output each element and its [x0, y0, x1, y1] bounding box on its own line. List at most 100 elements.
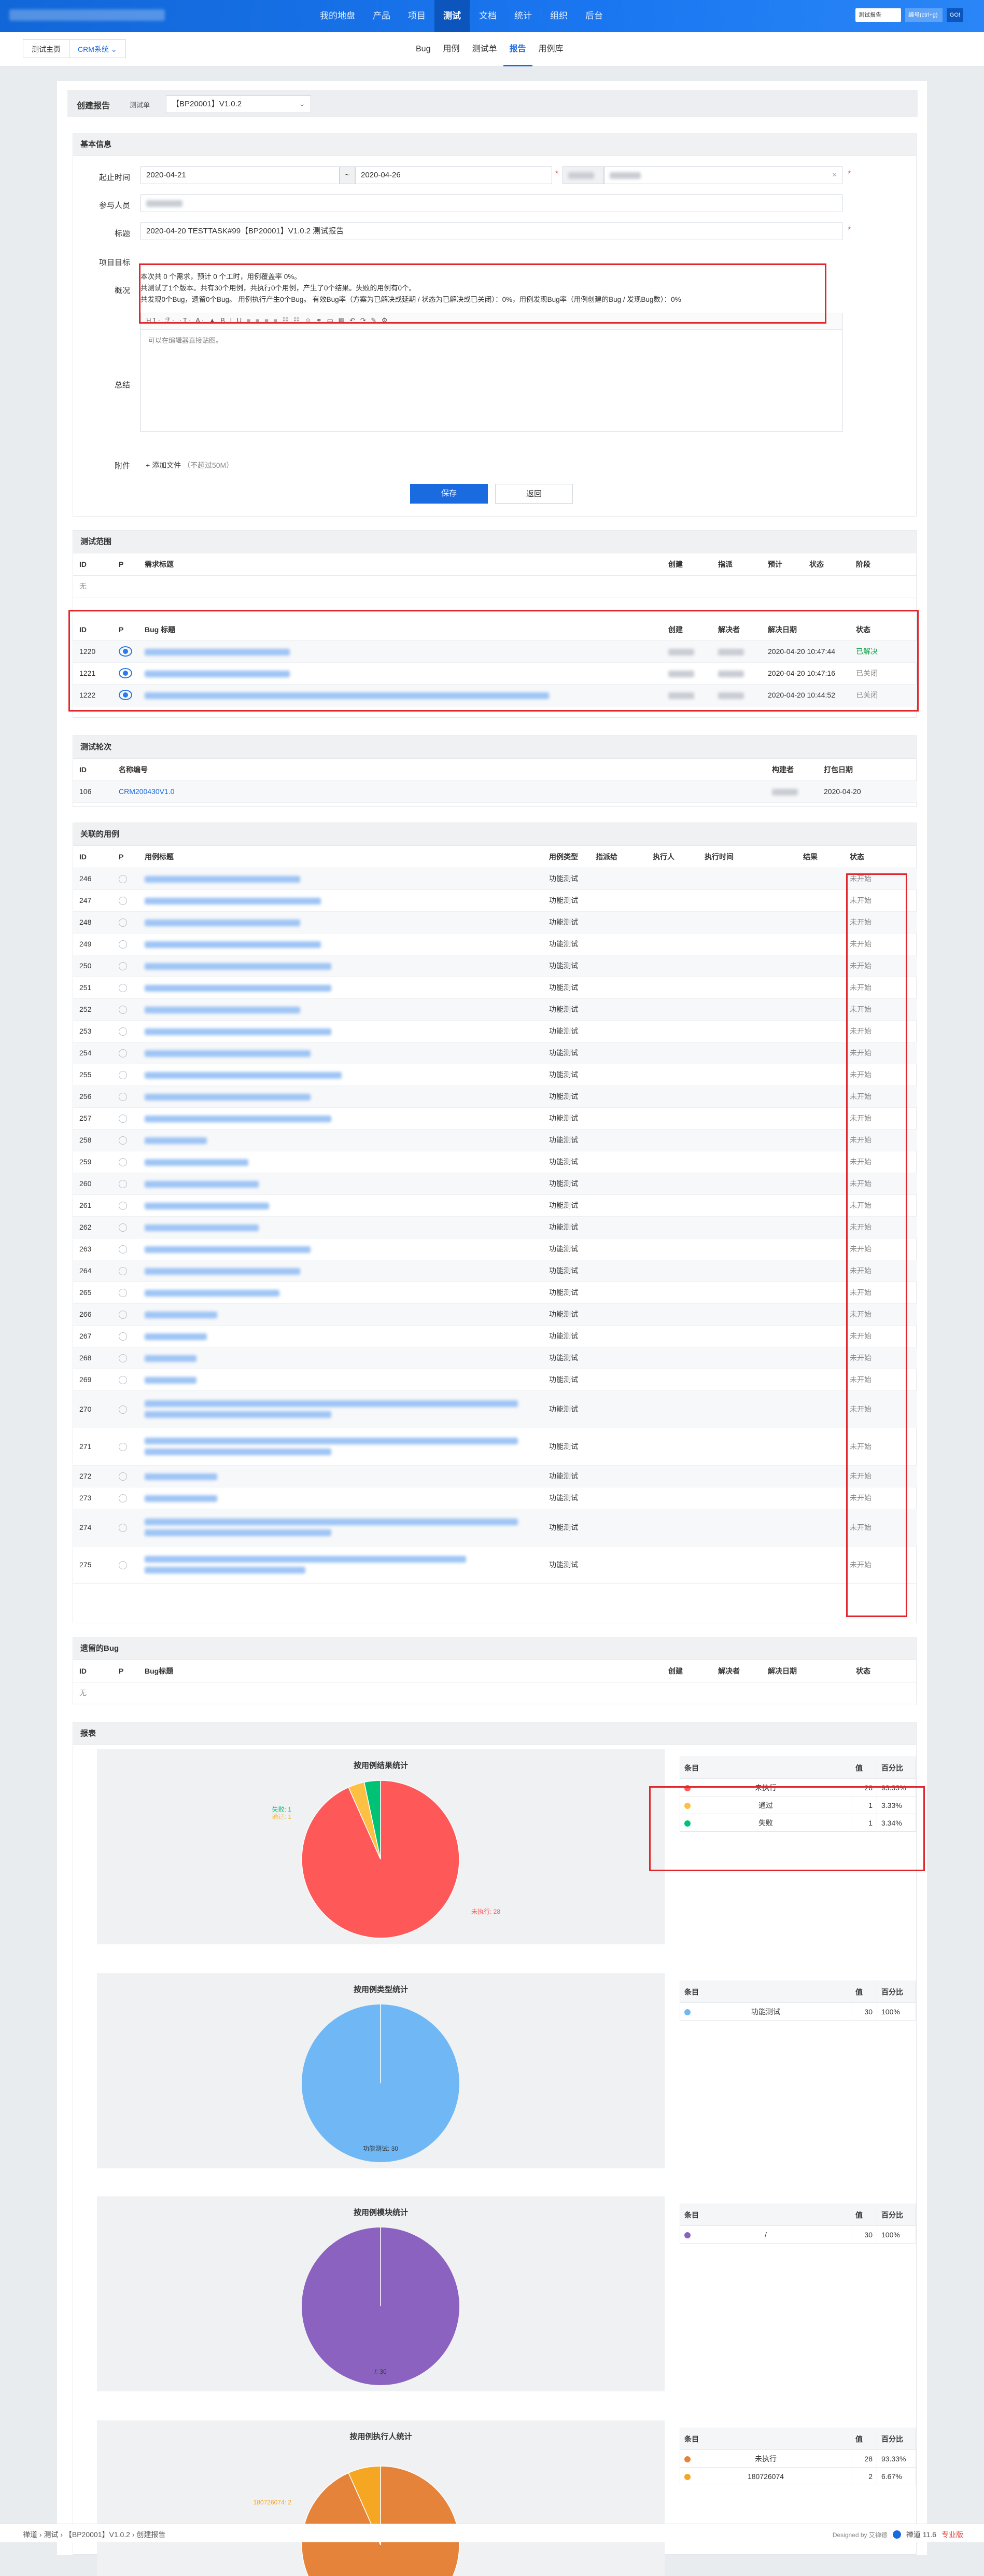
subnav-caselib[interactable]: 用例库: [532, 32, 570, 66]
row-checkbox[interactable]: [119, 1561, 127, 1569]
row-checkbox[interactable]: [119, 1266, 127, 1275]
table-row[interactable]: 259 功能测试 未开始: [73, 1151, 917, 1173]
case-title-link[interactable]: [138, 1369, 543, 1391]
owner-select[interactable]: ×: [604, 166, 842, 184]
members-input[interactable]: [140, 194, 842, 212]
row-checkbox[interactable]: [119, 1375, 127, 1384]
row-checkbox[interactable]: [119, 1472, 127, 1481]
row-checkbox[interactable]: [119, 1070, 127, 1079]
case-title-link[interactable]: [138, 1085, 543, 1108]
row-checkbox[interactable]: [119, 1523, 127, 1532]
case-title-link[interactable]: [138, 868, 543, 890]
table-row[interactable]: 267 功能测试 未开始: [73, 1325, 917, 1347]
table-row[interactable]: 252 功能测试 未开始: [73, 998, 917, 1021]
case-title-link[interactable]: [138, 1282, 543, 1304]
back-button[interactable]: 返回: [495, 484, 573, 504]
row-checkbox[interactable]: [119, 1494, 127, 1502]
case-title-link[interactable]: [138, 977, 543, 999]
row-checkbox[interactable]: [119, 1158, 127, 1166]
table-row[interactable]: 106 CRM200430V1.0 2020-04-20: [73, 781, 917, 803]
case-title-link[interactable]: [138, 1428, 543, 1466]
table-row[interactable]: 246 功能测试 未开始: [73, 868, 917, 890]
table-row[interactable]: 261 功能测试 未开始: [73, 1194, 917, 1217]
case-title-link[interactable]: [138, 1465, 543, 1487]
case-title-link[interactable]: [138, 1303, 543, 1326]
row-checkbox[interactable]: [119, 1179, 127, 1188]
save-button[interactable]: 保存: [410, 484, 488, 504]
table-row[interactable]: 247 功能测试 未开始: [73, 889, 917, 912]
case-title-link[interactable]: [138, 1509, 543, 1547]
case-title-link[interactable]: [138, 1020, 543, 1042]
clear-icon[interactable]: ×: [832, 167, 837, 184]
case-title-link[interactable]: [138, 1238, 543, 1260]
nav-test[interactable]: 测试: [434, 0, 470, 32]
product-switcher[interactable]: CRM系统 ⌄: [69, 39, 126, 58]
table-row[interactable]: 270 功能测试 未开始: [73, 1390, 917, 1428]
table-row[interactable]: 262 功能测试 未开始: [73, 1216, 917, 1238]
build-name-link[interactable]: CRM200430V1.0: [113, 781, 766, 803]
search-input[interactable]: 编号(ctrl+g): [905, 8, 943, 22]
case-title-link[interactable]: [138, 1042, 543, 1064]
table-row[interactable]: 253 功能测试 未开始: [73, 1020, 917, 1042]
case-title-link[interactable]: [138, 1151, 543, 1173]
row-checkbox[interactable]: [119, 1405, 127, 1414]
case-title-link[interactable]: [138, 1107, 543, 1130]
table-row[interactable]: 274 功能测试 未开始: [73, 1509, 917, 1547]
nav-product[interactable]: 产品: [364, 0, 399, 32]
case-title-link[interactable]: [138, 1216, 543, 1238]
row-checkbox[interactable]: [119, 1310, 127, 1319]
title-input[interactable]: 2020-04-20 TESTTASK#99【BP20001】V1.0.2 测试…: [140, 222, 842, 240]
nav-org[interactable]: 组织: [541, 0, 577, 32]
row-checkbox[interactable]: [119, 983, 127, 992]
nav-admin[interactable]: 后台: [577, 0, 612, 32]
table-row[interactable]: 254 功能测试 未开始: [73, 1042, 917, 1064]
table-row[interactable]: 264 功能测试 未开始: [73, 1260, 917, 1282]
case-title-link[interactable]: [138, 1173, 543, 1195]
row-checkbox[interactable]: [119, 1442, 127, 1451]
subnav-report[interactable]: 报告: [503, 32, 532, 66]
case-title-link[interactable]: [138, 1546, 543, 1584]
table-row[interactable]: 268 功能测试 未开始: [73, 1347, 917, 1369]
testtask-select[interactable]: 【BP20001】V1.0.2 ⌄: [166, 95, 311, 113]
table-row[interactable]: 263 功能测试 未开始: [73, 1238, 917, 1260]
subnav-bug[interactable]: Bug: [410, 32, 437, 66]
row-checkbox[interactable]: [119, 1201, 127, 1210]
search-type-select[interactable]: 测试报告: [855, 8, 901, 22]
nav-my[interactable]: 我的地盘: [311, 0, 364, 32]
case-title-link[interactable]: [138, 1347, 543, 1369]
table-row[interactable]: 260 功能测试 未开始: [73, 1173, 917, 1195]
row-checkbox[interactable]: [119, 1136, 127, 1145]
case-title-link[interactable]: [138, 1129, 543, 1151]
begin-date-input[interactable]: 2020-04-21: [140, 166, 340, 184]
case-title-link[interactable]: [138, 998, 543, 1021]
row-checkbox[interactable]: [119, 962, 127, 970]
table-row[interactable]: 265 功能测试 未开始: [73, 1282, 917, 1304]
row-checkbox[interactable]: [119, 918, 127, 927]
table-row[interactable]: 251 功能测试 未开始: [73, 977, 917, 999]
table-row[interactable]: 255 功能测试 未开始: [73, 1064, 917, 1086]
edition-link[interactable]: 专业版: [941, 2529, 963, 2540]
table-row[interactable]: 271 功能测试 未开始: [73, 1428, 917, 1466]
table-row[interactable]: 273 功能测试 未开始: [73, 1487, 917, 1509]
row-checkbox[interactable]: [119, 1114, 127, 1123]
case-title-link[interactable]: [138, 911, 543, 934]
add-file-button[interactable]: + 添加文件 （不超过50M）: [146, 460, 233, 470]
end-date-input[interactable]: 2020-04-26: [355, 166, 552, 184]
row-checkbox[interactable]: [119, 1005, 127, 1014]
row-checkbox[interactable]: [119, 1092, 127, 1101]
case-title-link[interactable]: [138, 1390, 543, 1428]
table-row[interactable]: 269 功能测试 未开始: [73, 1369, 917, 1391]
case-title-link[interactable]: [138, 1064, 543, 1086]
row-checkbox[interactable]: [119, 940, 127, 949]
row-checkbox[interactable]: [119, 1332, 127, 1341]
row-checkbox[interactable]: [119, 896, 127, 905]
case-title-link[interactable]: [138, 1487, 543, 1509]
row-checkbox[interactable]: [119, 1027, 127, 1036]
table-row[interactable]: 257 功能测试 未开始: [73, 1107, 917, 1130]
table-row[interactable]: 250 功能测试 未开始: [73, 955, 917, 977]
table-row[interactable]: 272 功能测试 未开始: [73, 1465, 917, 1487]
row-checkbox[interactable]: [119, 874, 127, 883]
nav-stat[interactable]: 统计: [505, 0, 541, 32]
row-checkbox[interactable]: [119, 1245, 127, 1254]
case-title-link[interactable]: [138, 955, 543, 977]
